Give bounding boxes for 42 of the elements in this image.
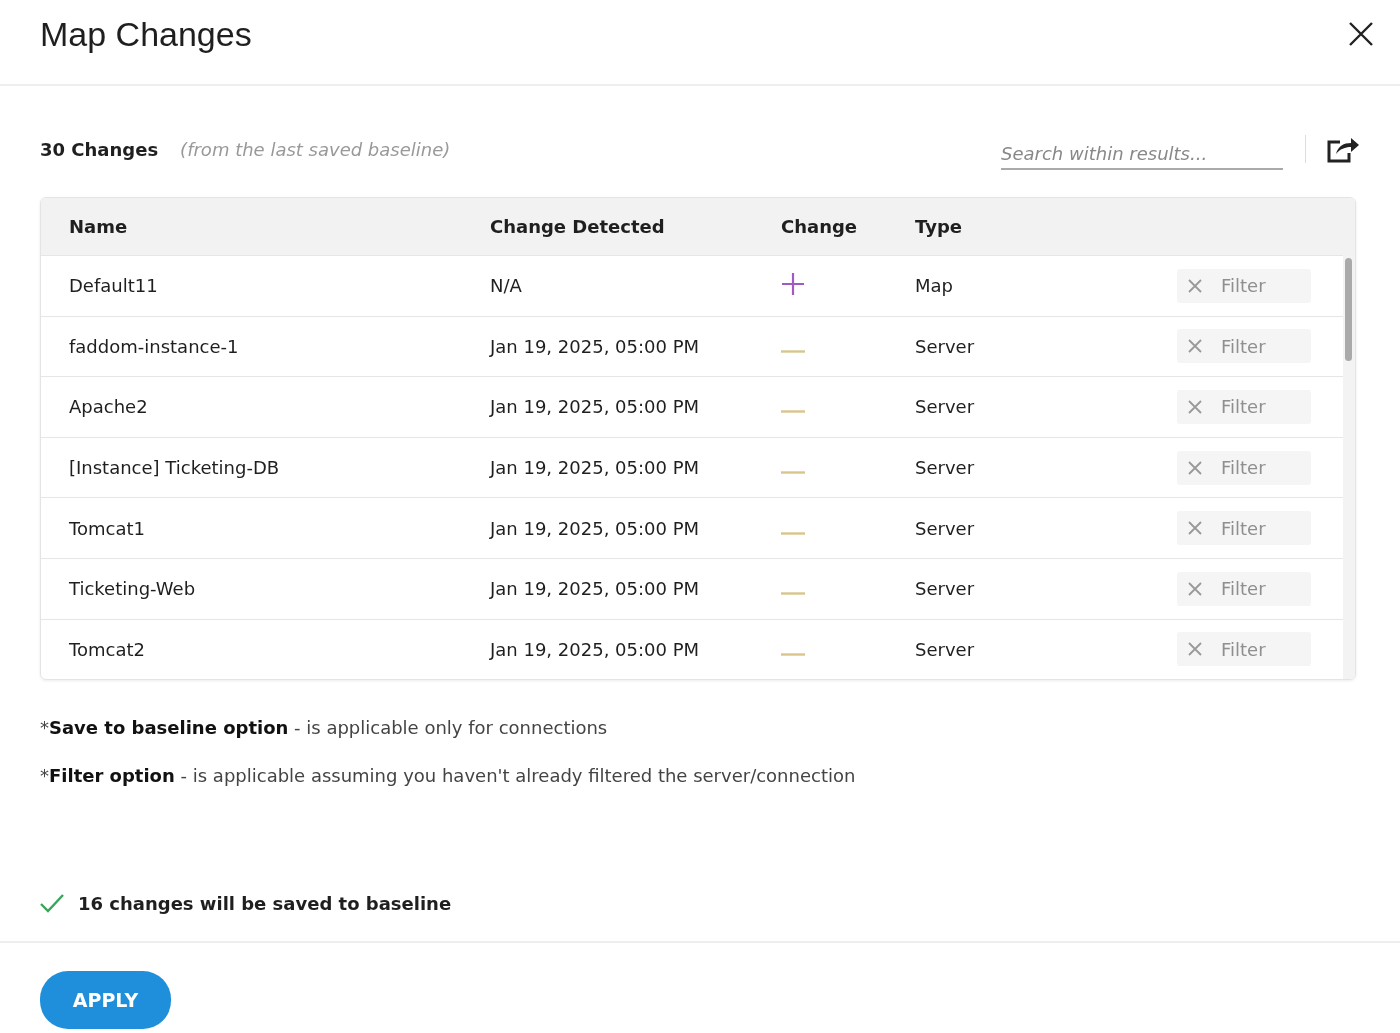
x-icon [1187, 338, 1203, 355]
baseline-note: (from the last saved baseline) [180, 138, 451, 160]
scrollbar-thumb[interactable] [1345, 258, 1352, 361]
close-icon[interactable] [1348, 21, 1374, 47]
table-cell-text: Jan 19, 2025, 05:00 PM [490, 457, 701, 479]
x-icon [1187, 641, 1203, 658]
footnote: *Filter option - is applicable assuming you haven't already filtered the server/connection [40, 765, 857, 787]
table-cell-text: Server [915, 578, 976, 600]
table-cell-text: Jan 19, 2025, 05:00 PM [490, 335, 701, 357]
column-header[interactable]: Change [781, 216, 915, 237]
table-cell-text: [Instance] Ticketing-DB [69, 457, 281, 479]
check-icon [40, 893, 64, 914]
apply-button[interactable]: APPLY [40, 971, 171, 1030]
table-cell-text: Jan 19, 2025, 05:00 PM [490, 396, 701, 418]
table-cell-text: Server [915, 638, 976, 660]
status-message: 16 changes will be saved to baseline [78, 892, 452, 914]
table-cell-text: N/A [490, 275, 523, 297]
x-icon [1187, 459, 1203, 476]
x-icon [1187, 520, 1203, 537]
table-cell-text: Server [915, 457, 976, 479]
column-header[interactable]: Name [69, 216, 490, 237]
x-icon [1187, 580, 1203, 597]
table-cell-text: Server [915, 396, 976, 418]
table-cell-text: Tomcat1 [69, 517, 146, 539]
table-cell-text: faddom-instance-1 [69, 335, 240, 357]
x-icon [1187, 399, 1203, 415]
table-cell-text: Ticketing-Web [69, 578, 197, 600]
table-cell-text: Map [915, 275, 954, 297]
column-header[interactable]: Change Detected [490, 216, 781, 237]
table-cell-text: Jan 19, 2025, 05:00 PM [490, 517, 701, 539]
table-cell-text: Default11 [69, 275, 159, 297]
table-cell-text: Apache2 [69, 396, 149, 418]
x-icon [1187, 277, 1203, 294]
dialog-title: Map Changes [40, 14, 252, 54]
table-cell-text: Jan 19, 2025, 05:00 PM [490, 578, 701, 600]
table-cell-text: Server [915, 517, 976, 539]
table-cell-text: Server [915, 335, 976, 357]
footnote: *Save to baseline option - is applicable only for connections [40, 717, 609, 739]
table-cell-text: Tomcat2 [69, 638, 146, 660]
column-header[interactable]: Type [915, 216, 1177, 237]
table-cell-text: Jan 19, 2025, 05:00 PM [490, 638, 701, 660]
changes-count: 30 Changes [40, 138, 159, 160]
